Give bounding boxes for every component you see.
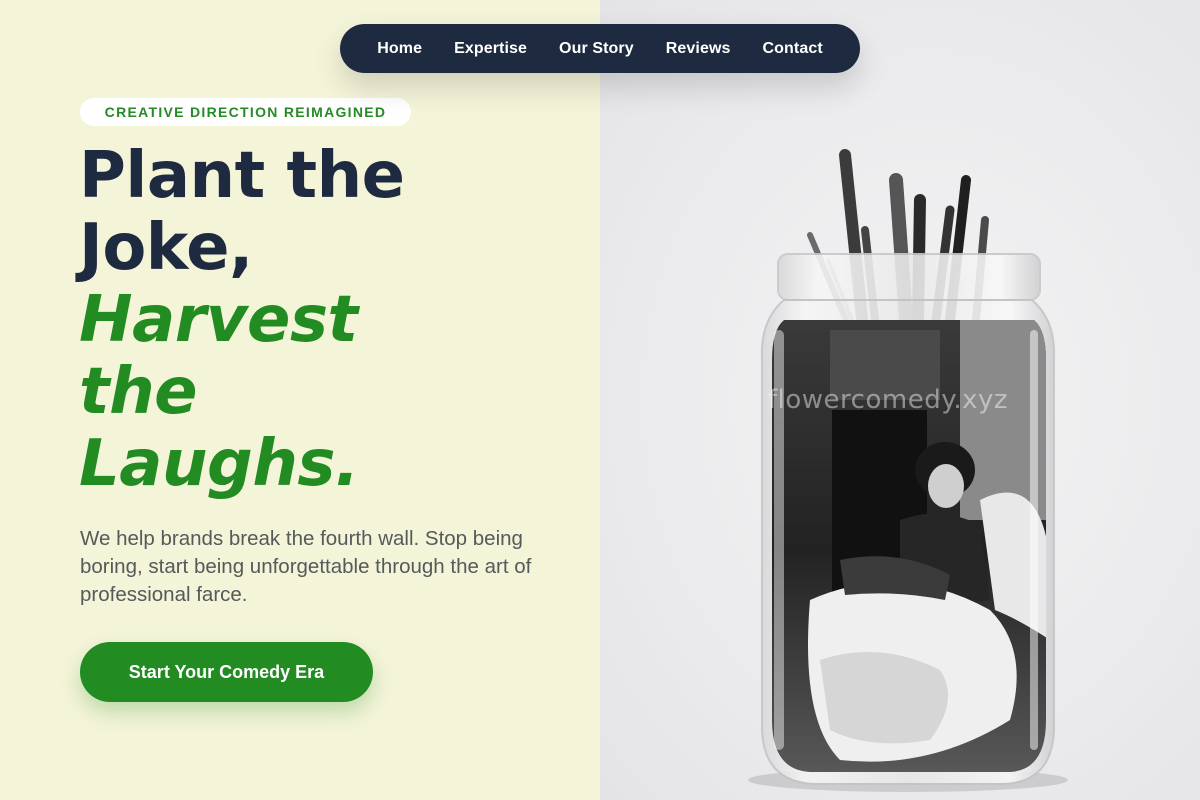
headline-line-1: Plant the (79, 139, 405, 213)
headline-line-4: the (79, 355, 198, 429)
nav-contact[interactable]: Contact (763, 40, 823, 58)
main-nav: Home Expertise Our Story Reviews Contact (340, 24, 860, 73)
headline-line-3: Harvest (79, 283, 358, 357)
nav-our-story[interactable]: Our Story (559, 40, 634, 58)
hero-headline: Plant the Joke, Harvest the Laughs. (79, 140, 405, 500)
headline-line-5: Laughs. (79, 427, 359, 501)
hero-subtext: We help brands break the fourth wall. St… (80, 527, 532, 606)
nav-expertise[interactable]: Expertise (454, 40, 527, 58)
watermark-text: flowercomedy.xyz (768, 385, 1009, 415)
hero-badge: CREATIVE DIRECTION REIMAGINED (80, 98, 411, 126)
nav-home[interactable]: Home (377, 40, 422, 58)
nav-reviews[interactable]: Reviews (666, 40, 731, 58)
hero-image-panel: flowercomedy.xyz (600, 0, 1200, 800)
headline-line-2: Joke, (79, 211, 253, 285)
start-comedy-era-button[interactable]: Start Your Comedy Era (80, 642, 373, 702)
